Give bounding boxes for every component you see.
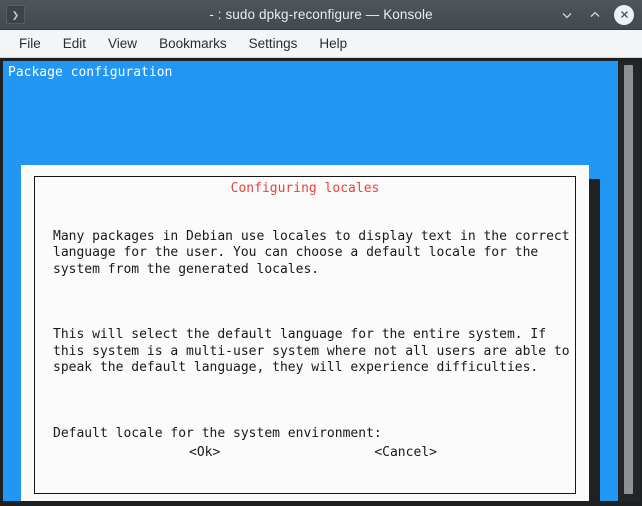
- menu-item-view[interactable]: View: [97, 33, 148, 54]
- close-icon[interactable]: [614, 4, 634, 25]
- maximize-icon[interactable]: [582, 2, 608, 28]
- window-title: - : sudo dpkg-reconfigure — Konsole: [209, 7, 433, 22]
- package-configuration-header: Package configuration: [8, 65, 173, 80]
- menubar: File Edit View Bookmarks Settings Help: [0, 30, 642, 58]
- dialog-title: Configuring locales: [35, 181, 575, 197]
- menu-item-edit[interactable]: Edit: [52, 33, 97, 54]
- dialog-paragraph-1: Many packages in Debian use locales to d…: [53, 228, 570, 277]
- configuring-locales-dialog: Configuring locales Many packages in Deb…: [21, 165, 589, 501]
- window-titlebar[interactable]: ❯ - : sudo dpkg-reconfigure — Konsole: [0, 0, 642, 30]
- dialog-border: Configuring locales Many packages in Deb…: [34, 176, 576, 494]
- dialog-prompt-label: Default locale for the system environmen…: [53, 425, 382, 441]
- minimize-icon[interactable]: [554, 2, 580, 28]
- window-controls: [554, 0, 638, 29]
- scrollbar-thumb[interactable]: [624, 65, 633, 494]
- terminal-prompt-icon: ❯: [6, 5, 25, 24]
- menu-item-file[interactable]: File: [8, 33, 52, 54]
- terminal-screen[interactable]: Package configuration Configuring locale…: [3, 61, 618, 501]
- ok-button[interactable]: <Ok>: [189, 445, 220, 461]
- konsole-window: ❯ - : sudo dpkg-reconfigure — Konsole Fi…: [0, 0, 642, 506]
- menu-item-help[interactable]: Help: [308, 33, 358, 54]
- cancel-button[interactable]: <Cancel>: [374, 445, 437, 461]
- vertical-scrollbar[interactable]: [618, 61, 640, 501]
- dialog-title-text: Configuring locales: [222, 181, 388, 196]
- dialog-paragraph-2: This will select the default language fo…: [53, 327, 570, 376]
- menu-item-bookmarks[interactable]: Bookmarks: [148, 33, 238, 54]
- terminal-area: Package configuration Configuring locale…: [0, 58, 642, 506]
- dialog-button-row: <Ok> <Cancel>: [53, 445, 557, 461]
- menu-item-settings[interactable]: Settings: [238, 33, 309, 54]
